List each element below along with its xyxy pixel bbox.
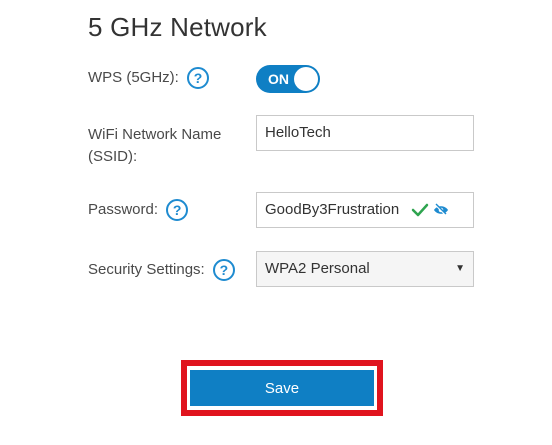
security-label-row: Security Settings: ? <box>88 259 235 282</box>
help-icon[interactable]: ? <box>187 67 210 90</box>
toggle-knob <box>294 67 318 91</box>
security-label: Security Settings: <box>88 261 205 279</box>
ssid-label-line1: WiFi Network Name <box>88 126 222 143</box>
ssid-label: WiFi Network Name (SSID): <box>88 124 221 168</box>
wifi-settings-page: 5 GHz Network WPS (5GHz): ? ON WiFi Netw… <box>0 0 552 445</box>
help-icon[interactable]: ? <box>212 259 235 282</box>
password-icons <box>411 193 449 227</box>
wps-toggle[interactable]: ON <box>256 65 320 93</box>
password-value: GoodBy3Frustration <box>265 201 400 218</box>
wps-label-row: WPS (5GHz): ? <box>88 67 210 90</box>
password-label-row: Password: ? <box>88 199 189 222</box>
wps-toggle-state: ON <box>268 71 289 87</box>
eye-hidden-icon[interactable] <box>433 203 449 217</box>
help-icon[interactable]: ? <box>166 199 189 222</box>
ssid-label-line2: (SSID): <box>88 148 138 165</box>
save-button[interactable]: Save <box>190 370 374 406</box>
password-label: Password: <box>88 201 159 219</box>
caret-down-icon: ▼ <box>455 263 465 274</box>
wps-label: WPS (5GHz): <box>88 69 179 87</box>
ssid-input[interactable]: HelloTech <box>256 115 474 151</box>
section-title: 5 GHz Network <box>88 12 267 42</box>
ssid-value: HelloTech <box>265 124 331 141</box>
security-select[interactable]: WPA2 Personal ▼ <box>256 251 474 287</box>
password-input[interactable]: GoodBy3Frustration <box>256 192 474 228</box>
check-icon <box>411 203 429 217</box>
security-selected-value: WPA2 Personal <box>265 260 370 277</box>
